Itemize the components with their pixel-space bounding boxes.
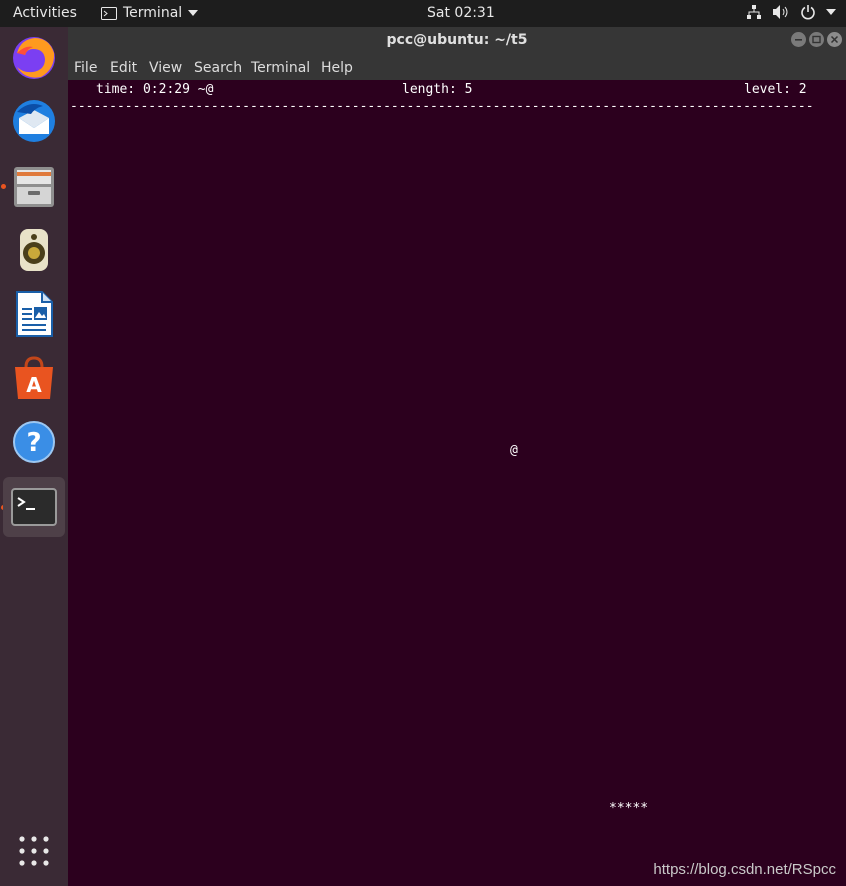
menu-view[interactable]: View [149, 60, 182, 76]
files-icon [12, 163, 56, 209]
app-menu-label: Terminal [123, 5, 183, 21]
activities-button[interactable]: Activities [13, 5, 77, 21]
status-length: length: 5 [402, 82, 473, 97]
terminal-output[interactable]: time: 0:2:29 ~@ length: 5 level: 2 -----… [68, 80, 846, 886]
status-level: level: 2 [744, 82, 807, 97]
volume-icon[interactable] [772, 4, 790, 20]
menu-edit[interactable]: Edit [110, 60, 137, 76]
help-icon: ? [12, 420, 56, 464]
window-controls [791, 32, 842, 47]
snake: ***** [609, 801, 649, 816]
close-button[interactable] [827, 32, 842, 47]
rhythmbox-icon [12, 227, 56, 273]
firefox-icon [11, 35, 57, 81]
dock-item-terminal[interactable] [3, 477, 65, 537]
svg-text:?: ? [26, 428, 41, 458]
thunderbird-icon [11, 98, 57, 144]
dock-item-software[interactable]: A [6, 350, 62, 406]
menu-file[interactable]: File [74, 60, 97, 76]
dock-item-files[interactable] [6, 158, 62, 214]
menu-help[interactable]: Help [321, 60, 353, 76]
app-menu[interactable]: Terminal [101, 5, 199, 21]
top-bar: Activities Terminal Sat 02:31 [0, 0, 846, 27]
chevron-down-icon [188, 10, 199, 16]
system-tray[interactable] [746, 4, 836, 20]
network-icon[interactable] [746, 4, 762, 20]
terminal-icon [11, 488, 57, 526]
menu-terminal[interactable]: Terminal [251, 60, 310, 76]
show-applications-icon [17, 834, 51, 868]
minimize-button[interactable] [791, 32, 806, 47]
window-titlebar[interactable]: pcc@ubuntu: ~/t5 [68, 27, 846, 55]
software-center-icon: A [12, 355, 56, 401]
show-applications-button[interactable] [6, 823, 62, 879]
chevron-down-icon[interactable] [826, 9, 836, 15]
libreoffice-writer-icon [12, 290, 56, 338]
menu-bar: File Edit View Search Terminal Help [68, 55, 846, 80]
dock: A ? [0, 27, 68, 886]
dock-item-help[interactable]: ? [6, 414, 62, 470]
dock-item-writer[interactable] [6, 286, 62, 342]
maximize-button[interactable] [809, 32, 824, 47]
dock-item-thunderbird[interactable] [6, 93, 62, 149]
divider-line: ----------------------------------------… [70, 99, 814, 114]
power-icon[interactable] [800, 4, 816, 20]
food: @ [510, 443, 518, 458]
status-time: time: 0:2:29 ~@ [96, 82, 214, 97]
svg-text:A: A [26, 373, 42, 397]
dock-item-rhythmbox[interactable] [6, 222, 62, 278]
clock[interactable]: Sat 02:31 [427, 5, 495, 21]
watermark: https://blog.csdn.net/RSpcc [653, 861, 836, 878]
menu-search[interactable]: Search [194, 60, 242, 76]
dock-item-firefox[interactable] [6, 30, 62, 86]
terminal-app-icon [101, 6, 117, 20]
window-title: pcc@ubuntu: ~/t5 [386, 32, 528, 48]
